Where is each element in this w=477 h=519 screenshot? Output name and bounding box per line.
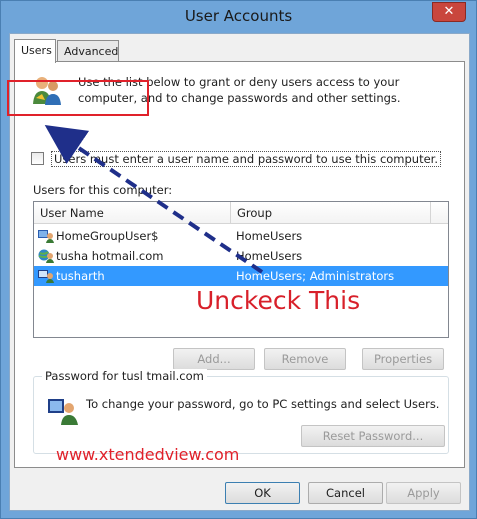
annotation-arrow <box>44 125 264 274</box>
tab-users[interactable]: Users <box>14 39 56 63</box>
